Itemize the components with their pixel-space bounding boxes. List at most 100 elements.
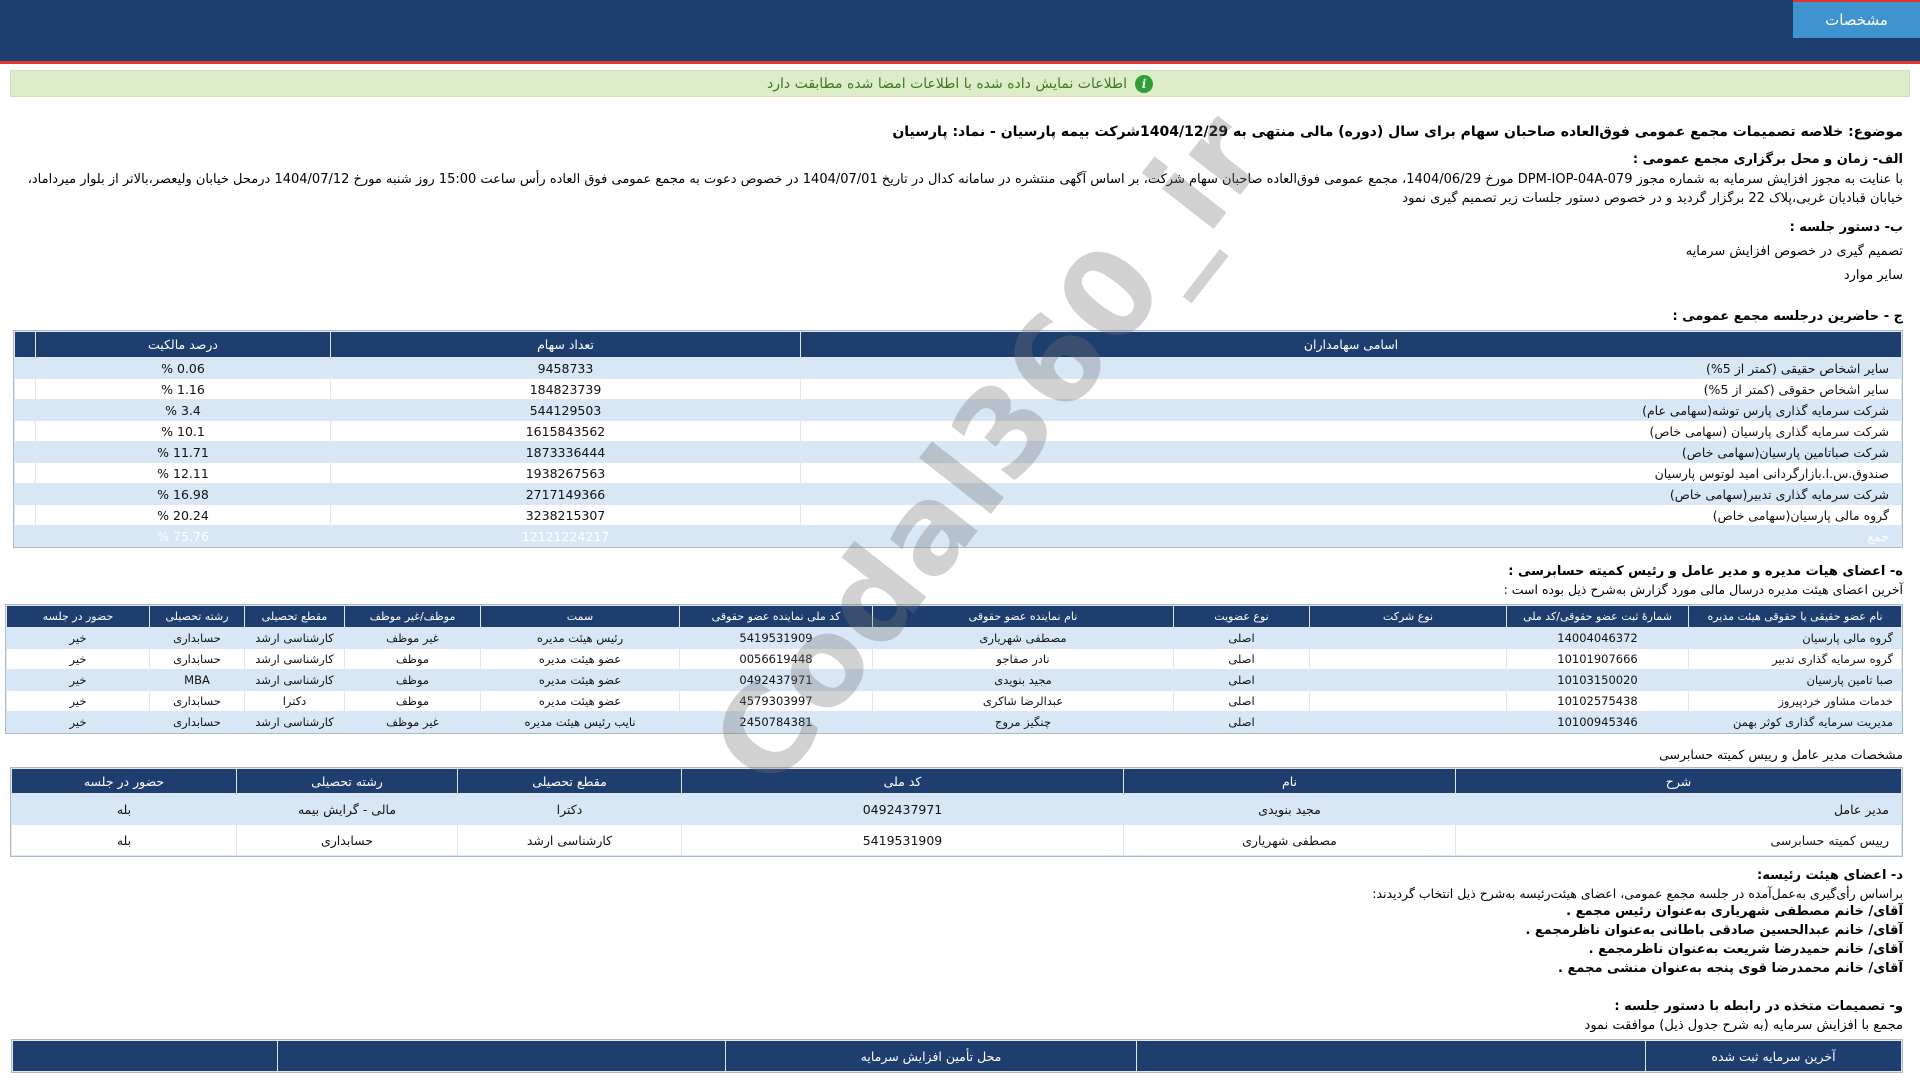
info-icon: i [1135,75,1153,93]
ownership-percent: 16.98 % [36,484,330,504]
section-b-title: ب- دستور جلسه : [17,220,1903,235]
capital-increase-approval: مجمع با افزایش سرمایه (به شرح جدول ذیل) … [17,1018,1903,1033]
section-w-title: و- تصمیمات متخذه در رابطه با دستور جلسه … [17,999,1903,1014]
representative-id: 2450784381 [680,712,872,732]
company-type [1310,649,1506,669]
top-header-bar: مشخصات [0,0,1920,64]
registration-id: 10100945346 [1507,712,1688,732]
representative-id: 5419531909 [680,628,872,648]
col-shareholder-names: اسامی سهامداران [801,332,1901,357]
position: عضو هیئت مدیره [481,649,679,669]
degree: کارشناسی ارشد [245,649,344,669]
representative-id: 4579303997 [680,691,872,711]
attendees-table: اسامی سهامداران تعداد سهام درصد مالکیت س… [13,330,1903,548]
table-header-row: شرح نام کد ملی مقطع تحصیلی رشته تحصیلی ح… [12,769,1901,793]
managers-table: شرح نام کد ملی مقطع تحصیلی رشته تحصیلی ح… [10,767,1903,857]
representative-name: مجید بنویدی [873,670,1173,690]
person-name: مصطفی شهریاری [1124,825,1455,855]
registration-id: 14004046372 [1507,628,1688,648]
table-row: مدیریت سرمایه گذاری کوثر بهمن 1010094534… [7,712,1901,732]
table-row: رییس کمیته حسابرسی مصطفی شهریاری 5419531… [12,825,1901,855]
shareholder-name: گروه مالی پارسیان(سهامی خاص) [801,505,1901,525]
share-count: 9458733 [331,358,800,378]
col-description: شرح [1456,769,1901,793]
report-subject: موضوع: خلاصه تصمیمات مجمع عمومی فوق‌العا… [17,124,1903,140]
field: MBA [150,670,244,690]
col-attendance: حضور در جلسه [7,606,149,627]
col-last-registered-capital: آخرین سرمایه ثبت شده [1646,1041,1901,1071]
national-id: 0492437971 [682,794,1123,824]
section-d-intro: براساس رأی‌گیری به‌عمل‌آمده در جلسه مجمع… [17,886,1903,901]
table-row: شرکت سرمایه گذاری تدبیر(سهامی خاص) 27171… [15,484,1901,504]
member-name: صبا تامین پارسیان [1689,670,1901,690]
representative-name: عبدالرضا شاکری [873,691,1173,711]
col-attendance: حضور در جلسه [12,769,236,793]
share-count: 1873336444 [331,442,800,462]
share-count: 544129503 [331,400,800,420]
representative-id: 0492437971 [680,670,872,690]
capital-increase-table: آخرین سرمایه ثبت شده محل تأمین افزایش سر… [11,1039,1903,1073]
registration-id: 10103150020 [1507,670,1688,690]
member-name: گروه سرمایه گذاری تدبیر [1689,649,1901,669]
membership-type: اصلی [1174,670,1309,690]
attendance: خیر [7,712,149,732]
shareholder-name: شرکت سرمایه گذاری پارس توشه(سهامی عام) [801,400,1901,420]
field: حسابداری [150,712,244,732]
member-name: خدمات مشاور خردپیروز [1689,691,1901,711]
col-company-type: نوع شرکت [1310,606,1506,627]
attendance: بله [12,825,236,855]
executive-status: غیر موظف [345,628,480,648]
col-executive-status: موظف/غیر موظف [345,606,480,627]
col-capital-blank-2 [278,1041,725,1071]
company-type [1310,691,1506,711]
table-header-row: آخرین سرمایه ثبت شده محل تأمین افزایش سر… [13,1041,1901,1071]
col-representative-id: کد ملی نماینده عضو حقوقی [680,606,872,627]
section-e-title: ه- اعضای هیات مدیره و مدیر عامل و رئیس ک… [17,564,1903,579]
executive-status: موظف [345,670,480,690]
executive-status: موظف [345,691,480,711]
role-description: مدیر عامل [1456,794,1901,824]
col-national-id: کد ملی [682,769,1123,793]
col-membership-type: نوع عضویت [1174,606,1309,627]
table-header-row: نام عضو حقیقی یا حقوقی هیئت مدیره شمارۀ … [7,606,1901,627]
shareholder-name: شرکت سرمایه گذاری پارسیان (سهامی خاص) [801,421,1901,441]
col-name: نام [1124,769,1455,793]
registration-id: 10102575438 [1507,691,1688,711]
presiding-member: آقای/ خانم محمدرضا قوی پنجه به‌عنوان منش… [17,960,1903,977]
col-degree: مقطع تحصیلی [458,769,681,793]
membership-type: اصلی [1174,649,1309,669]
spacer-cell [15,358,35,378]
share-count: 2717149366 [331,484,800,504]
managers-section-label: مشخصات مدیر عامل و رییس کمیته حسابرسی [17,747,1903,762]
representative-name: مصطفی شهریاری [873,628,1173,648]
representative-name: نادر صفاجو [873,649,1173,669]
attendance: خیر [7,670,149,690]
total-label: جمع [801,526,1901,546]
spacer-cell [15,463,35,483]
section-e-subtitle: آخرین اعضای هیئت مدیره درسال مالی مورد گ… [17,582,1903,597]
member-name: گروه مالی پارسیان [1689,628,1901,648]
company-type [1310,712,1506,732]
ownership-percent: 11.71 % [36,442,330,462]
spacer-cell [15,505,35,525]
agenda-item: سایر موارد [17,268,1903,283]
position: نایب رئیس هیئت مدیره [481,712,679,732]
table-header-row: اسامی سهامداران تعداد سهام درصد مالکیت [15,332,1901,357]
share-count: 184823739 [331,379,800,399]
executive-status: موظف [345,649,480,669]
degree: کارشناسی ارشد [458,825,681,855]
company-type [1310,628,1506,648]
shareholder-name: سایر اشخاص حقیقی (کمتر از 5%) [801,358,1901,378]
spacer-header-cell [15,332,35,357]
total-ownership-percent: 75.76 % [36,526,330,546]
col-member-name: نام عضو حقیقی یا حقوقی هیئت مدیره [1689,606,1901,627]
col-ownership-percent: درصد مالکیت [36,332,330,357]
tab-specifications[interactable]: مشخصات [1793,0,1920,38]
attendance: خیر [7,691,149,711]
spacer-cell [15,442,35,462]
col-field: رشته تحصیلی [237,769,457,793]
attendance: بله [12,794,236,824]
national-id: 5419531909 [682,825,1123,855]
share-count: 3238215307 [331,505,800,525]
col-share-count: تعداد سهام [331,332,800,357]
